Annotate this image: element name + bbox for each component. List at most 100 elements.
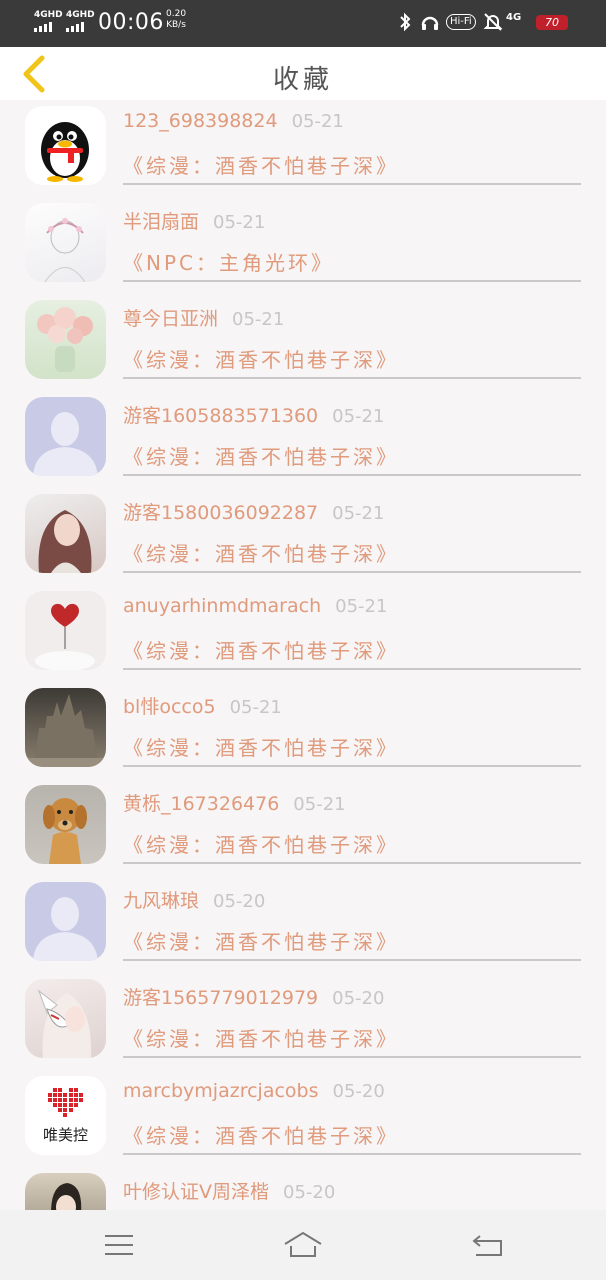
user-name: 黄栎_167326476 — [123, 793, 280, 815]
network-type: 4G — [506, 12, 522, 23]
weimeikong-logo-avatar[interactable]: 唯美控 — [25, 1076, 106, 1155]
list-item[interactable]: 123_698398824 05-21 《综漫：酒香不怕巷子深》 — [0, 100, 606, 197]
qq-penguin-avatar[interactable] — [25, 106, 106, 185]
network-speed: 0.20 KB/s — [166, 9, 186, 31]
flowers-avatar[interactable] — [25, 300, 106, 379]
network-label-1: 4GHD — [34, 10, 63, 20]
book-title[interactable]: 《综漫：酒香不怕巷子深》 — [123, 344, 399, 373]
divider — [123, 862, 581, 864]
dog-avatar[interactable] — [25, 785, 106, 864]
favorite-date: 05-20 — [213, 891, 266, 912]
default-user-avatar[interactable] — [25, 397, 106, 476]
list-item[interactable]: anuyarhinmdmarach 05-21 《综漫：酒香不怕巷子深》 — [0, 585, 606, 682]
heart-avatar[interactable] — [25, 591, 106, 670]
user-name: marcbymjazrcjacobs — [123, 1080, 319, 1102]
list-item[interactable]: 半泪扇面 05-21 《NPC：主角光环》 — [0, 197, 606, 294]
anime-fox-mask-avatar[interactable] — [25, 979, 106, 1058]
user-name: 游客1565779012979 — [123, 987, 319, 1009]
user-name-line: 游客1605883571360 05-21 — [123, 401, 384, 428]
list-item[interactable]: 游客1580036092287 05-21 《综漫：酒香不怕巷子深》 — [0, 488, 606, 585]
user-name-line: bl悱occo5 05-21 — [123, 692, 282, 719]
book-title[interactable]: 《综漫：酒香不怕巷子深》 — [123, 441, 399, 470]
network-label-2: 4GHD — [66, 10, 95, 20]
headphones-icon — [420, 12, 440, 37]
user-name: 叶修认证V周泽楷 — [123, 1181, 269, 1203]
divider — [123, 668, 581, 670]
top-header: 收藏 — [0, 47, 606, 100]
user-name: 游客1605883571360 — [123, 405, 319, 427]
book-title[interactable]: 《综漫：酒香不怕巷子深》 — [123, 1023, 399, 1052]
divider — [123, 183, 581, 185]
home-icon[interactable] — [283, 1230, 323, 1260]
book-title[interactable]: 《综漫：酒香不怕巷子深》 — [123, 926, 399, 955]
girl-photo-avatar[interactable] — [25, 494, 106, 573]
user-name-line: 游客1580036092287 05-21 — [123, 498, 384, 525]
favorite-date: 05-21 — [335, 596, 388, 617]
user-name: 尊今日亚洲 — [123, 308, 219, 330]
user-name: 123_698398824 — [123, 110, 278, 132]
user-name-line: 游客1565779012979 05-20 — [123, 983, 384, 1010]
divider — [123, 280, 581, 282]
list-item[interactable]: 叶修认证V周泽楷 05-20 — [0, 1167, 606, 1210]
user-name: anuyarhinmdmarach — [123, 595, 322, 617]
menu-icon[interactable] — [100, 1230, 140, 1260]
favorite-date: 05-21 — [293, 794, 346, 815]
list-item[interactable]: 游客1565779012979 05-20 《综漫：酒香不怕巷子深》 — [0, 973, 606, 1070]
mute-bell-icon — [483, 12, 503, 37]
list-item[interactable]: 尊今日亚洲 05-21 《综漫：酒香不怕巷子深》 — [0, 294, 606, 391]
user-name: 半泪扇面 — [123, 211, 200, 233]
user-name-line: 叶修认证V周泽楷 05-20 — [123, 1177, 335, 1204]
favorite-date: 05-21 — [332, 503, 385, 524]
page-title: 收藏 — [272, 65, 333, 95]
divider — [123, 571, 581, 573]
clock: 00:06 — [98, 10, 164, 35]
list-item[interactable]: 九风琳琅 05-20 《综漫：酒香不怕巷子深》 — [0, 876, 606, 973]
favorite-date: 05-21 — [213, 212, 266, 233]
user-name: 游客1580036092287 — [123, 502, 319, 524]
favorite-date: 05-20 — [332, 1081, 385, 1102]
default-user-avatar[interactable] — [25, 882, 106, 961]
favorite-date: 05-20 — [283, 1182, 336, 1203]
favorite-date: 05-21 — [291, 111, 344, 132]
bluetooth-icon — [398, 12, 412, 37]
divider — [123, 765, 581, 767]
list-item[interactable]: 黄栎_167326476 05-21 《综漫：酒香不怕巷子深》 — [0, 779, 606, 876]
favorite-date: 05-21 — [232, 309, 285, 330]
book-title[interactable]: 《综漫：酒香不怕巷子深》 — [123, 732, 399, 761]
favorite-date: 05-21 — [332, 406, 385, 427]
castle-avatar[interactable] — [25, 688, 106, 767]
list-item[interactable]: bl悱occo5 05-21 《综漫：酒香不怕巷子深》 — [0, 682, 606, 779]
user-name-line: 123_698398824 05-21 — [123, 110, 344, 132]
user-name-line: anuyarhinmdmarach 05-21 — [123, 595, 387, 617]
sketch-girl-avatar[interactable] — [25, 203, 106, 282]
user-name: 九风琳琅 — [123, 890, 200, 912]
status-bar: 4GHD 4GHD 00:06 0.20 KB/s Hi-Fi 4G 70 — [0, 0, 606, 47]
divider — [123, 1056, 581, 1058]
divider — [123, 959, 581, 961]
battery-indicator: 70 — [536, 15, 568, 30]
user-name-line: 尊今日亚洲 05-21 — [123, 304, 284, 331]
book-title[interactable]: 《综漫：酒香不怕巷子深》 — [123, 150, 399, 179]
user-name: bl悱occo5 — [123, 696, 216, 718]
user-name-line: 九风琳琅 05-20 — [123, 886, 265, 913]
divider — [123, 377, 581, 379]
book-title[interactable]: 《综漫：酒香不怕巷子深》 — [123, 635, 399, 664]
book-title[interactable]: 《NPC：主角光环》 — [123, 247, 334, 276]
anime-boy-avatar[interactable] — [25, 1173, 106, 1210]
user-name-line: 黄栎_167326476 05-21 — [123, 789, 346, 816]
back-icon[interactable] — [468, 1230, 508, 1260]
favorite-date: 05-21 — [229, 697, 282, 718]
signal-bars-1-icon — [34, 22, 52, 32]
network-speed-value: 0.20 — [166, 9, 187, 19]
book-title[interactable]: 《综漫：酒香不怕巷子深》 — [123, 1120, 399, 1149]
user-name-line: marcbymjazrcjacobs 05-20 — [123, 1080, 385, 1102]
divider — [123, 1153, 581, 1155]
book-title[interactable]: 《综漫：酒香不怕巷子深》 — [123, 829, 399, 858]
favorite-date: 05-20 — [332, 988, 385, 1009]
list-item[interactable]: 游客1605883571360 05-21 《综漫：酒香不怕巷子深》 — [0, 391, 606, 488]
avatar-logo-text: 唯美控 — [42, 1126, 88, 1144]
divider — [123, 474, 581, 476]
system-navigation-bar — [0, 1210, 606, 1280]
list-item[interactable]: 唯美控 marcbymjazrcjacobs 05-20 《综漫：酒香不怕巷子深》 — [0, 1070, 606, 1167]
book-title[interactable]: 《综漫：酒香不怕巷子深》 — [123, 538, 399, 567]
